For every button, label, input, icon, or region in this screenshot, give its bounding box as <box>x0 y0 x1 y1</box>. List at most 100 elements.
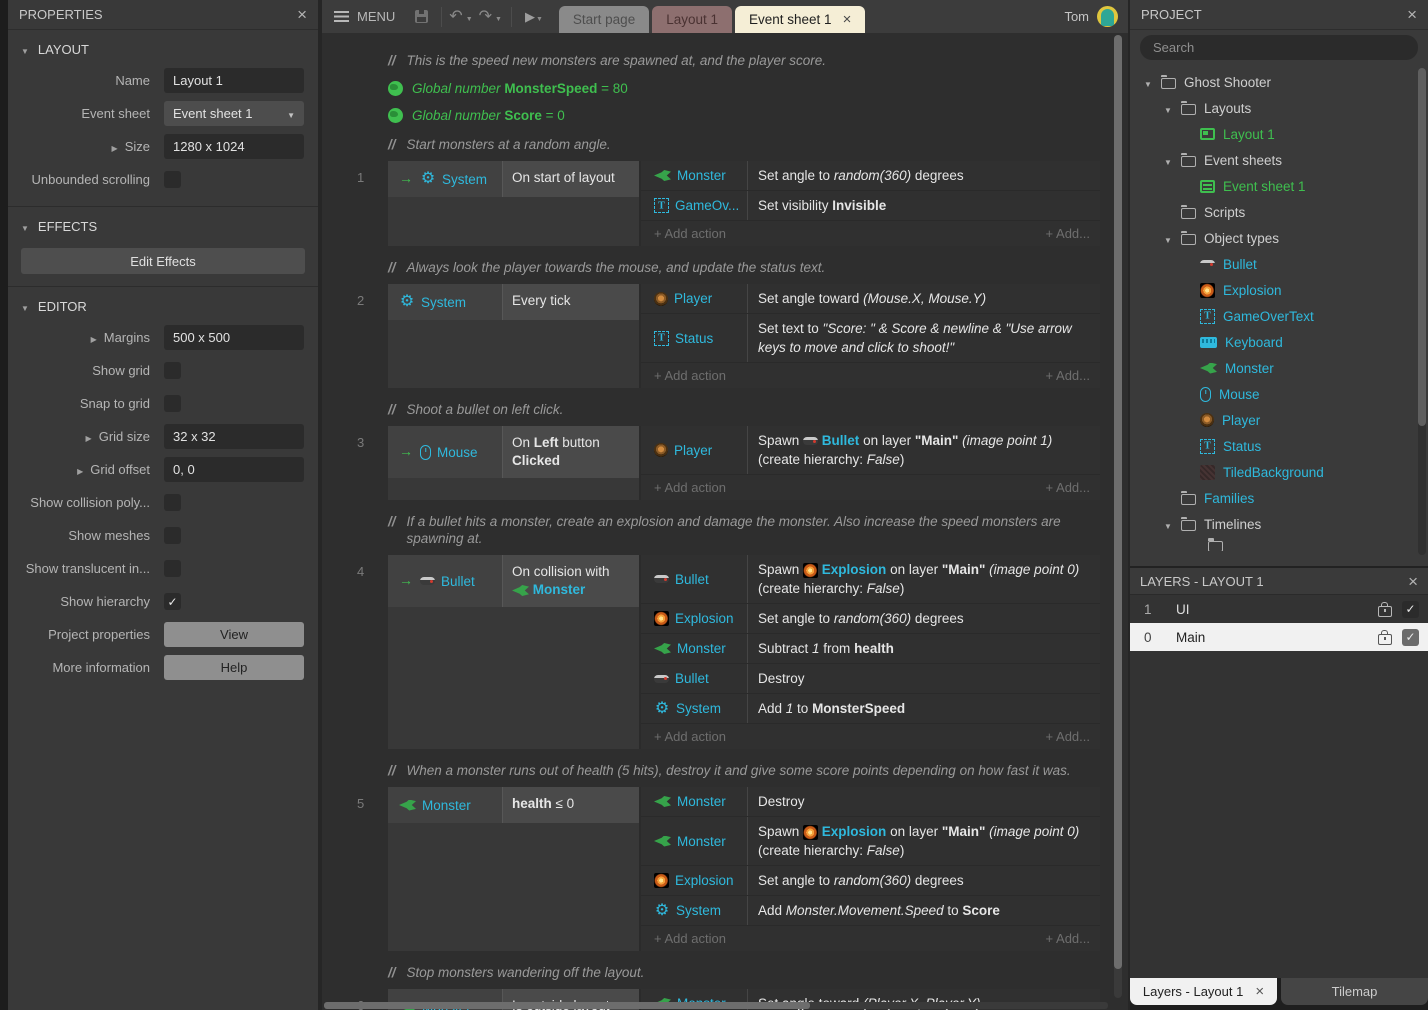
show-grid-checkbox[interactable] <box>164 362 181 379</box>
action-row[interactable]: Player Spawn Bullet on layer "Main" (ima… <box>641 426 1100 475</box>
condition-text[interactable]: On collision with Monster <box>502 555 639 607</box>
show-collision-checkbox[interactable] <box>164 494 181 511</box>
layer-row-ui[interactable]: 1 UI <box>1130 595 1428 623</box>
add-action-link[interactable]: + Add action <box>654 729 726 744</box>
tree-item-player[interactable]: Player <box>1130 407 1428 433</box>
chevron-down-icon[interactable] <box>1144 75 1153 90</box>
expander-icon[interactable] <box>77 462 90 477</box>
action-row[interactable]: Explosion Set angle to random(360) degre… <box>641 604 1100 634</box>
tree-item-partial[interactable] <box>1130 537 1428 551</box>
comment[interactable]: // If a bullet hits a monster, create an… <box>388 513 1100 547</box>
grid-size-input[interactable] <box>164 424 304 449</box>
global-variable[interactable]: Global number MonsterSpeed = 80 <box>388 81 1100 96</box>
condition-text[interactable]: On start of layout <box>502 161 639 197</box>
layer-row-main[interactable]: 0 Main <box>1130 623 1428 651</box>
add-action-link[interactable]: + Add action <box>654 480 726 495</box>
condition-column[interactable]: Monster health ≤ 0 <box>388 787 641 951</box>
unbounded-scrolling-checkbox[interactable] <box>164 171 181 188</box>
tree-item-layout-1[interactable]: Layout 1 <box>1130 121 1428 147</box>
condition-object[interactable]: Mouse <box>388 426 502 478</box>
show-translucent-checkbox[interactable] <box>164 560 181 577</box>
action-row[interactable]: GameOv... Set visibility Invisible <box>641 191 1100 221</box>
action-row[interactable]: Monster Spawn Explosion on layer "Main" … <box>641 817 1100 866</box>
avatar[interactable] <box>1097 6 1118 27</box>
comment[interactable]: // When a monster runs out of health (5 … <box>388 762 1100 779</box>
preview-play-icon[interactable]: ▶ <box>517 9 535 25</box>
tree-item-timelines[interactable]: Timelines <box>1130 511 1428 537</box>
tree-item-families[interactable]: Families <box>1130 485 1428 511</box>
chevron-down-icon[interactable] <box>1164 101 1173 116</box>
condition-object[interactable]: Bullet <box>388 555 502 607</box>
lock-icon[interactable] <box>1378 634 1392 645</box>
chevron-down-icon[interactable] <box>1164 231 1173 246</box>
comment[interactable]: // Always look the player towards the mo… <box>388 259 1100 276</box>
project-scrollbar[interactable] <box>1418 68 1426 555</box>
condition-column[interactable]: System Every tick <box>388 284 641 388</box>
section-header-layout[interactable]: LAYOUT <box>8 34 318 64</box>
comment[interactable]: // Stop monsters wandering off the layou… <box>388 964 1100 981</box>
search-input[interactable] <box>1140 35 1418 60</box>
show-hierarchy-checkbox[interactable] <box>164 593 181 610</box>
view-button[interactable]: View <box>164 622 304 647</box>
add-action-link[interactable]: + Add action <box>654 368 726 383</box>
vertical-scrollbar[interactable] <box>1114 35 1122 998</box>
horizontal-scrollbar[interactable] <box>324 1002 1108 1009</box>
scrollbar-thumb[interactable] <box>324 1002 810 1009</box>
add-link[interactable]: + Add... <box>1046 368 1090 383</box>
condition-column[interactable]: Bullet On collision with Monster <box>388 555 641 749</box>
expander-icon[interactable] <box>112 139 125 154</box>
condition-text[interactable]: Every tick <box>502 284 639 320</box>
close-icon[interactable] <box>1407 6 1417 23</box>
tree-item-scripts[interactable]: Scripts <box>1130 199 1428 225</box>
section-header-effects[interactable]: EFFECTS <box>8 211 318 241</box>
action-row[interactable]: Bullet Destroy <box>641 664 1100 694</box>
close-icon[interactable] <box>1408 573 1418 590</box>
add-link[interactable]: + Add... <box>1046 729 1090 744</box>
event-sheet-select[interactable]: Event sheet 1 <box>164 101 304 126</box>
tree-item-tiledbackground[interactable]: TiledBackground <box>1130 459 1428 485</box>
action-row[interactable]: Monster Set angle to random(360) degrees <box>641 161 1100 191</box>
save-icon[interactable] <box>415 10 428 23</box>
tab-tilemap[interactable]: Tilemap <box>1281 978 1428 1005</box>
tree-item-layouts[interactable]: Layouts <box>1130 95 1428 121</box>
tree-item-bullet[interactable]: Bullet <box>1130 251 1428 277</box>
size-input[interactable] <box>164 134 304 159</box>
show-meshes-checkbox[interactable] <box>164 527 181 544</box>
action-row[interactable]: System Add 1 to MonsterSpeed <box>641 694 1100 724</box>
condition-column[interactable]: Mouse On Left button Clicked <box>388 426 641 500</box>
action-row[interactable]: Monster Destroy <box>641 787 1100 817</box>
action-row[interactable]: Bullet Spawn Explosion on layer "Main" (… <box>641 555 1100 604</box>
tree-item-ghost-shooter[interactable]: Ghost Shooter <box>1130 69 1428 95</box>
help-button[interactable]: Help <box>164 655 304 680</box>
tree-item-object-types[interactable]: Object types <box>1130 225 1428 251</box>
undo-icon[interactable]: ↶ <box>447 9 464 25</box>
comment[interactable]: // Start monsters at a random angle. <box>388 136 1100 153</box>
close-tab-icon[interactable] <box>1255 983 1264 1000</box>
add-action-link[interactable]: + Add action <box>654 931 726 946</box>
expander-icon[interactable] <box>91 330 104 345</box>
scrollbar-thumb[interactable] <box>1114 35 1122 969</box>
tree-item-mouse[interactable]: Mouse <box>1130 381 1428 407</box>
action-row[interactable]: System Add Monster.Movement.Speed to Sco… <box>641 896 1100 926</box>
add-link[interactable]: + Add... <box>1046 226 1090 241</box>
edit-effects-button[interactable]: Edit Effects <box>21 248 305 274</box>
action-row[interactable]: Status Set text to "Score: " & Score & n… <box>641 314 1100 363</box>
condition-object[interactable]: System <box>388 284 502 320</box>
condition-column[interactable]: System On start of layout <box>388 161 641 246</box>
action-row[interactable]: Explosion Set angle to random(360) degre… <box>641 866 1100 896</box>
menu-button[interactable]: MENU <box>322 9 407 24</box>
tab-start-page[interactable]: Start page <box>559 6 649 33</box>
tab-layers-layout-1[interactable]: Layers - Layout 1 <box>1130 978 1277 1005</box>
tab-layout-1[interactable]: Layout 1 <box>652 6 732 33</box>
chevron-down-icon[interactable] <box>1164 153 1173 168</box>
tree-item-keyboard[interactable]: Keyboard <box>1130 329 1428 355</box>
close-icon[interactable] <box>297 6 307 23</box>
preview-dropdown-icon[interactable] <box>535 8 547 26</box>
tree-item-explosion[interactable]: Explosion <box>1130 277 1428 303</box>
condition-object[interactable]: Monster <box>388 787 502 823</box>
comment[interactable]: // This is the speed new monsters are sp… <box>388 52 1100 69</box>
layer-visibility-checkbox[interactable] <box>1402 629 1419 646</box>
tree-item-gameovertext[interactable]: GameOverText <box>1130 303 1428 329</box>
condition-text[interactable]: health ≤ 0 <box>502 787 639 823</box>
snap-to-grid-checkbox[interactable] <box>164 395 181 412</box>
